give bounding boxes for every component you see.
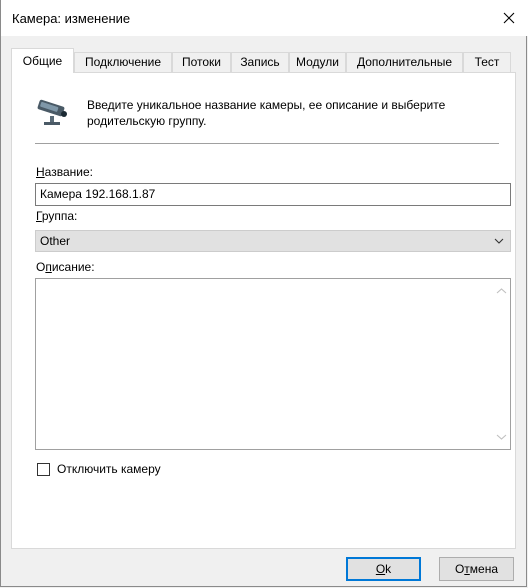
tab-streams[interactable]: Потоки <box>172 52 231 72</box>
cancel-button[interactable]: Отмена <box>439 557 514 581</box>
disable-camera-row[interactable]: Отключить камеру <box>37 462 161 476</box>
title-bar[interactable]: Камера: изменение <box>1 0 528 36</box>
tab-general[interactable]: Общие <box>11 48 74 73</box>
name-field[interactable]: Камера 192.168.1.87 <box>35 183 511 206</box>
window-title: Камера: изменение <box>12 11 131 26</box>
tab-advanced[interactable]: Дополнительные <box>346 52 463 72</box>
group-selected-value: Other <box>40 234 71 248</box>
tab-modules[interactable]: Модули <box>289 52 346 72</box>
divider <box>35 143 499 144</box>
description-scrollbar[interactable] <box>493 279 510 449</box>
dialog-window: Камера: изменение Общие Подключение Пото… <box>0 0 528 587</box>
description-label: Описание: <box>36 260 95 274</box>
scroll-down-icon[interactable] <box>496 431 507 442</box>
group-select[interactable]: Other <box>35 230 511 252</box>
group-label: Группа: <box>36 209 78 223</box>
disable-camera-checkbox[interactable] <box>37 462 50 476</box>
close-button[interactable] <box>489 0 528 36</box>
scroll-up-icon[interactable] <box>496 286 507 297</box>
tab-recording[interactable]: Запись <box>231 52 289 72</box>
tab-connection[interactable]: Подключение <box>74 52 172 72</box>
tab-strip: Общие Подключение Потоки Запись Модули Д… <box>11 48 516 73</box>
ok-button[interactable]: Ok <box>346 557 421 581</box>
close-icon <box>503 12 515 24</box>
security-camera-icon <box>37 99 67 125</box>
tab-test[interactable]: Тест <box>463 52 511 72</box>
disable-camera-label: Отключить камеру <box>57 462 161 476</box>
tab-panel-general: Введите уникальное название камеры, ее о… <box>11 72 516 549</box>
description-field[interactable] <box>35 278 511 450</box>
chevron-down-icon <box>494 238 504 244</box>
info-text: Введите уникальное название камеры, ее о… <box>87 98 446 128</box>
name-label: Название: <box>36 165 93 179</box>
